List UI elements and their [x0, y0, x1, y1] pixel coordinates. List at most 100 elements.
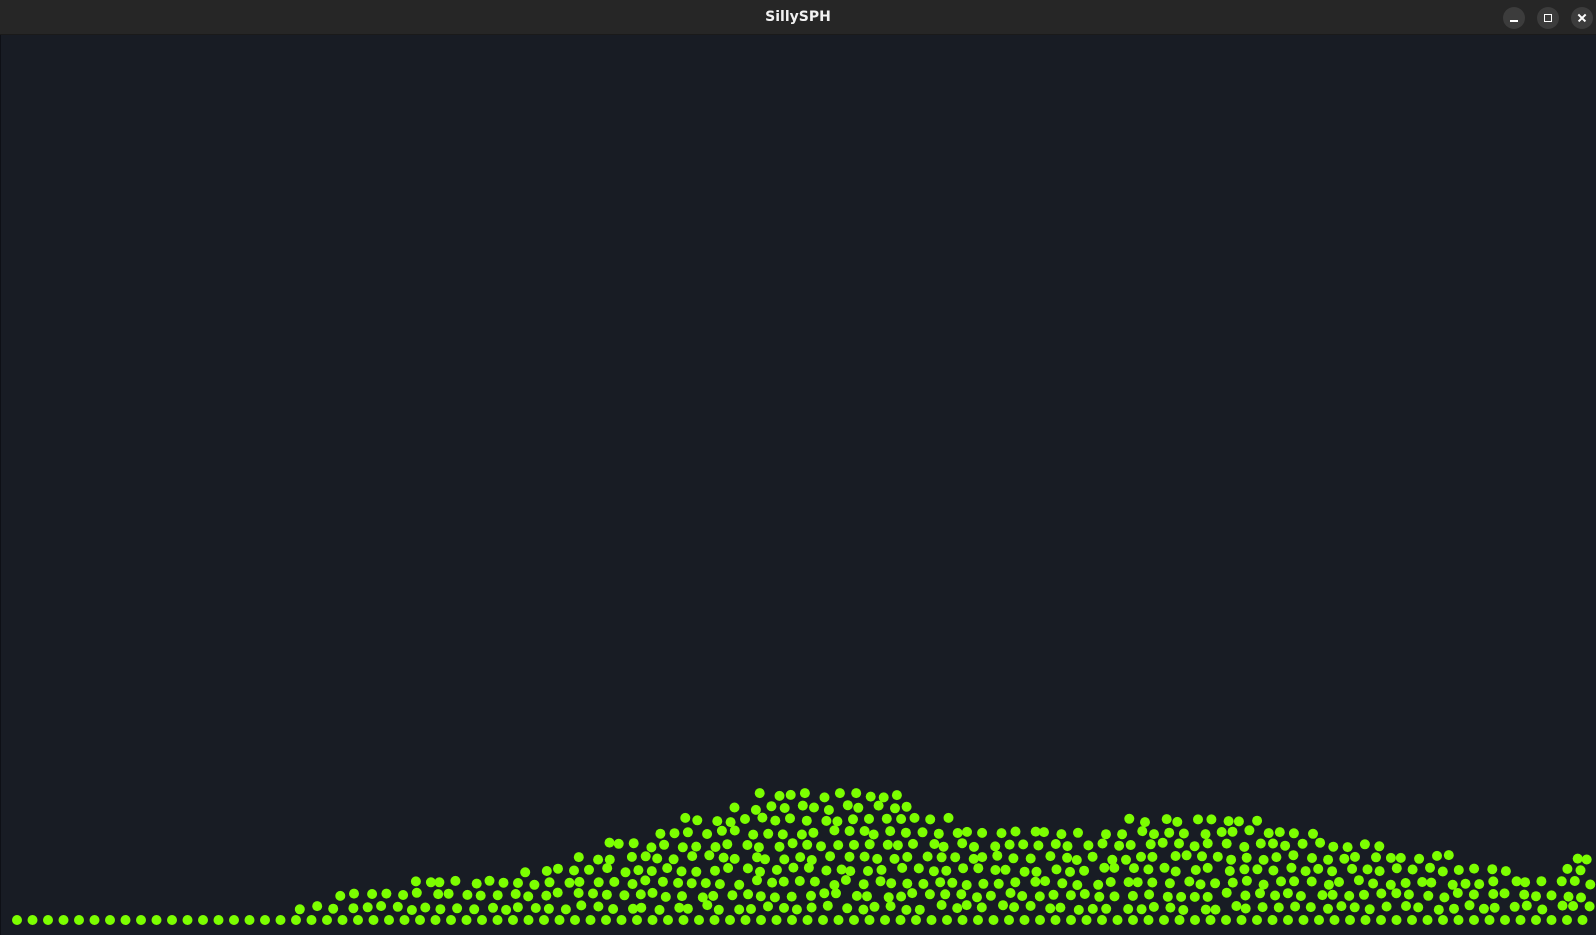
particle	[676, 866, 687, 877]
particle	[1407, 864, 1418, 875]
particle	[753, 842, 764, 853]
particle	[858, 904, 869, 915]
particle	[1546, 890, 1557, 901]
particle	[1143, 864, 1154, 875]
particle	[1062, 852, 1073, 863]
particle	[886, 878, 897, 889]
particle	[541, 866, 552, 876]
particle	[1144, 889, 1155, 900]
title-bar[interactable]: SillySPH	[0, 0, 1596, 35]
particle	[729, 802, 740, 813]
particle	[446, 915, 456, 925]
particle	[1210, 904, 1221, 915]
particle	[89, 915, 100, 925]
particle	[1087, 903, 1098, 914]
particle	[806, 890, 816, 901]
particle	[244, 915, 255, 925]
particle	[1280, 840, 1291, 851]
particle	[710, 865, 720, 876]
particle	[1327, 866, 1338, 877]
particle	[1221, 838, 1232, 849]
particle	[1537, 904, 1548, 915]
close-button[interactable]	[1571, 7, 1593, 29]
particle	[1227, 826, 1238, 837]
particle	[1426, 877, 1437, 888]
particle	[907, 888, 918, 899]
particle	[697, 892, 708, 903]
particle	[335, 890, 346, 901]
particle	[677, 891, 687, 902]
particle	[1099, 862, 1110, 873]
particle	[1520, 877, 1531, 888]
particle	[1423, 890, 1434, 901]
particle	[608, 904, 619, 914]
particle	[569, 865, 579, 876]
particle	[819, 888, 830, 899]
particle	[1258, 879, 1269, 890]
particle	[1241, 875, 1252, 886]
particle	[312, 901, 323, 912]
particle	[1212, 851, 1223, 862]
particle	[1391, 915, 1402, 925]
particle	[659, 839, 670, 850]
particle	[492, 915, 503, 925]
particle	[938, 841, 949, 852]
particle	[673, 877, 684, 888]
particle	[881, 813, 892, 824]
particle	[1221, 887, 1232, 898]
particle	[842, 800, 853, 811]
particle	[864, 813, 874, 824]
particle	[1536, 876, 1547, 887]
particle	[1252, 815, 1263, 826]
particle	[415, 915, 425, 925]
particle	[348, 903, 359, 914]
particle	[477, 915, 487, 925]
simulation-canvas[interactable]	[0, 35, 1596, 935]
particle	[1443, 850, 1454, 861]
maximize-button[interactable]	[1537, 7, 1559, 29]
particle	[398, 890, 409, 900]
particle	[809, 802, 819, 813]
particle	[750, 804, 761, 815]
particle	[1289, 876, 1300, 887]
particle	[833, 840, 844, 851]
particle	[872, 853, 883, 864]
particle	[822, 900, 833, 911]
particle	[1114, 840, 1125, 851]
particle	[844, 826, 855, 836]
particle	[1368, 878, 1379, 889]
particle	[1360, 915, 1371, 925]
particle	[1452, 888, 1463, 898]
particle	[512, 902, 523, 913]
particle	[646, 866, 657, 877]
particle	[523, 891, 534, 902]
particle	[821, 865, 832, 876]
particle	[1437, 866, 1448, 877]
particle	[609, 876, 620, 887]
particle	[779, 854, 790, 865]
particle	[760, 854, 770, 865]
particle	[626, 851, 637, 862]
particle	[529, 879, 540, 890]
particle	[1257, 902, 1268, 913]
particle	[1263, 828, 1274, 839]
particle	[554, 915, 565, 925]
particle	[1073, 827, 1083, 838]
particle	[926, 915, 937, 925]
particle	[1065, 890, 1076, 901]
particle	[655, 828, 666, 839]
particle	[1050, 915, 1061, 925]
particle	[1055, 902, 1066, 913]
particle	[757, 812, 768, 823]
particle	[1521, 900, 1532, 911]
particle	[859, 826, 870, 836]
particle	[552, 887, 563, 898]
particle	[704, 850, 715, 861]
particle	[864, 915, 875, 925]
particle	[646, 842, 657, 853]
particle	[1205, 915, 1216, 925]
particle	[384, 915, 394, 925]
particle	[933, 828, 944, 839]
particle	[1576, 892, 1586, 903]
minimize-button[interactable]	[1503, 7, 1525, 29]
